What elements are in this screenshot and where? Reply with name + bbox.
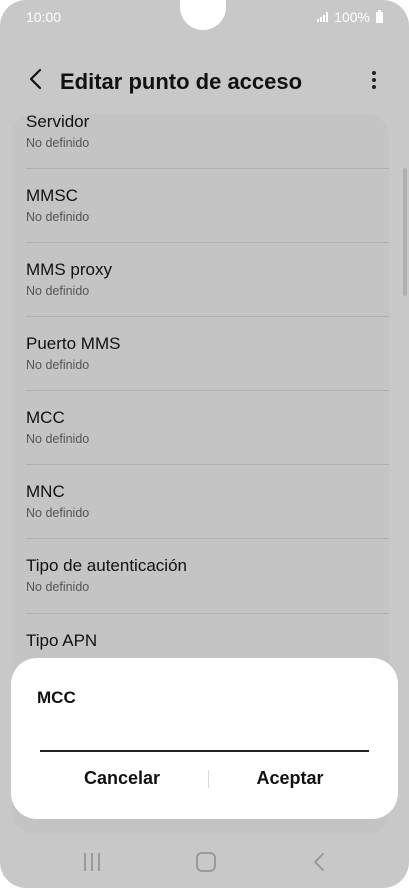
item-value: No definido <box>26 358 90 372</box>
item-value: No definido <box>26 284 90 298</box>
item-title: Tipo de autenticación <box>26 556 187 575</box>
list-item-mms-proxy[interactable]: MMS proxy No definido <box>12 242 389 316</box>
scrollbar[interactable] <box>403 168 407 296</box>
list-item-mnc[interactable]: MNC No definido <box>12 464 389 538</box>
mcc-input[interactable] <box>40 718 369 752</box>
cancel-button[interactable]: Cancelar <box>41 758 203 798</box>
item-title: MMSC <box>26 186 78 205</box>
item-title: MMS proxy <box>26 260 112 279</box>
signal-icon <box>317 12 329 22</box>
mcc-dialog: MCC Cancelar Aceptar <box>11 658 398 819</box>
status-time: 10:00 <box>26 9 62 25</box>
more-vertical-icon[interactable] <box>364 68 384 92</box>
accept-button[interactable]: Aceptar <box>209 758 371 798</box>
list-item-mcc[interactable]: MCC No definido <box>12 390 389 464</box>
battery-icon <box>376 9 383 23</box>
item-value: No definido <box>26 210 90 224</box>
list-item-puerto-mms[interactable]: Puerto MMS No definido <box>12 316 389 390</box>
item-value: No definido <box>26 136 90 150</box>
page-title: Editar punto de acceso <box>60 69 303 94</box>
back-icon[interactable] <box>312 852 326 872</box>
item-title: Puerto MMS <box>26 334 121 353</box>
dialog-title: MCC <box>37 688 76 707</box>
phone-screen: 10:00 100% Editar punto de acceso Servid… <box>0 0 409 888</box>
item-title: Tipo APN <box>26 631 98 650</box>
item-value: No definido <box>26 506 90 520</box>
app-header: Editar punto de acceso <box>0 58 409 104</box>
navigation-bar <box>0 840 409 888</box>
item-value: No definido <box>26 432 90 446</box>
status-indicators: 100% <box>317 9 383 25</box>
home-icon[interactable] <box>196 852 216 872</box>
item-title: MCC <box>26 408 65 427</box>
item-value: No definido <box>26 580 90 594</box>
chevron-left-icon[interactable] <box>28 68 42 90</box>
item-title: Servidor <box>26 112 90 131</box>
list-item-tipo-autenticacion[interactable]: Tipo de autenticación No definido <box>12 538 389 612</box>
battery-percent: 100% <box>334 9 370 25</box>
item-title: MNC <box>26 482 65 501</box>
recents-icon[interactable] <box>84 853 100 871</box>
list-item-mmsc[interactable]: MMSC No definido <box>12 168 389 242</box>
